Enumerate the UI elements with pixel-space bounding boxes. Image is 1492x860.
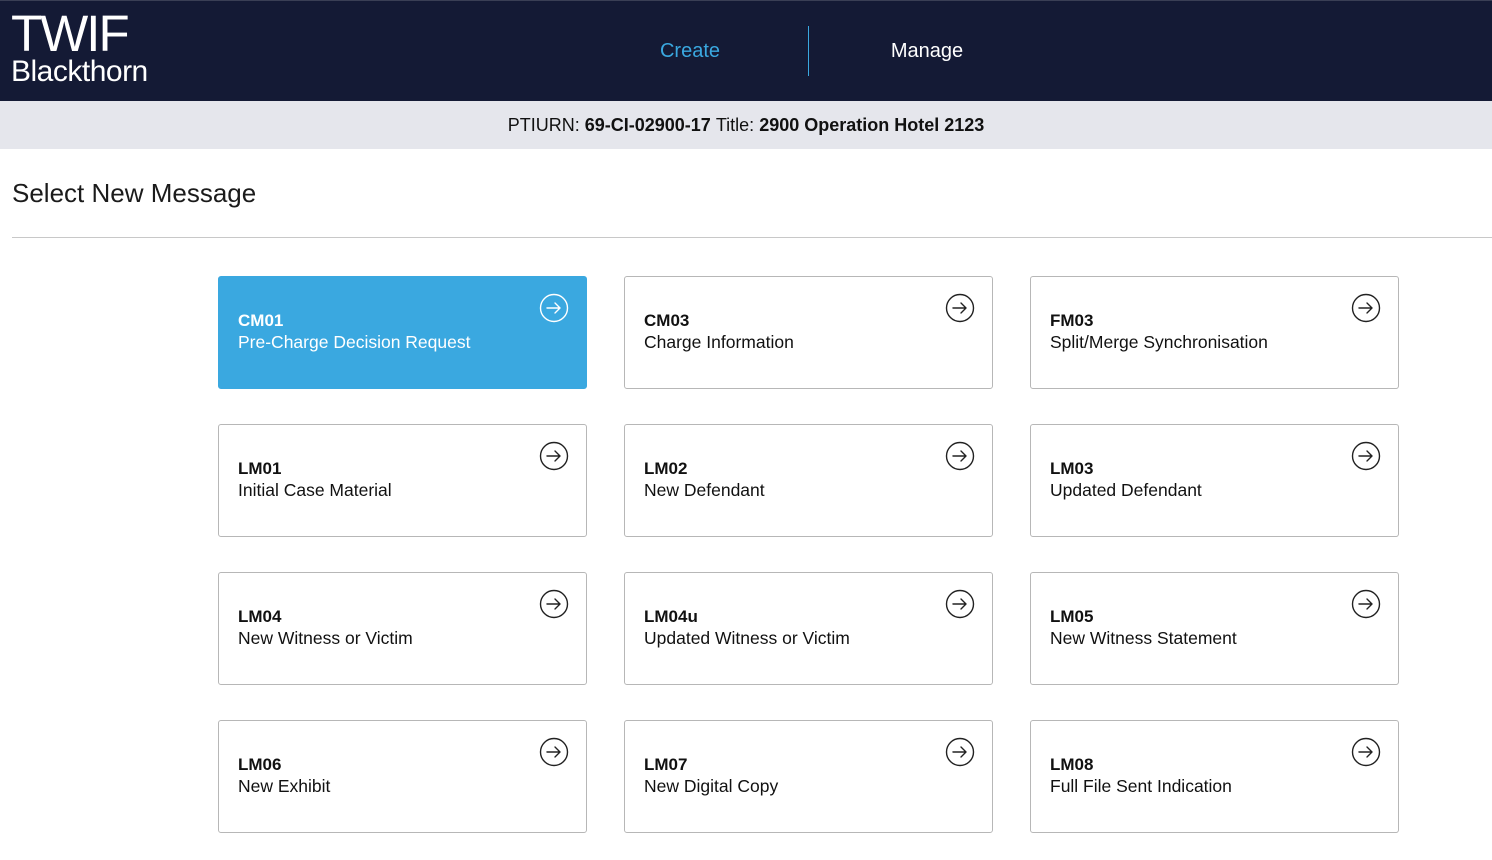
message-title: New Witness Statement [1050,628,1237,648]
case-title-value: 2900 Operation Hotel 2123 [759,114,985,135]
message-card-lm04[interactable]: LM04 New Witness or Victim [218,572,587,685]
message-card-cm01[interactable]: CM01 Pre-Charge Decision Request [218,276,587,389]
arrow-circle-right-icon[interactable] [945,589,975,619]
message-code: LM05 [1050,607,1094,626]
arrow-circle-right-icon[interactable] [1351,589,1381,619]
top-navigation-bar: TWIF Blackthorn Create Manage [0,0,1492,101]
title-divider [12,237,1492,238]
message-title: Charge Information [644,332,794,352]
message-card-lm05[interactable]: LM05 New Witness Statement [1030,572,1399,685]
message-code: LM07 [644,755,688,774]
message-title: Updated Witness or Victim [644,628,850,648]
message-card-lm08[interactable]: LM08 Full File Sent Indication [1030,720,1399,833]
message-title: Updated Defendant [1050,480,1202,500]
message-card-lm07[interactable]: LM07 New Digital Copy [624,720,993,833]
arrow-circle-right-icon[interactable] [1351,293,1381,323]
message-title: New Digital Copy [644,776,779,796]
case-title-label: Title: [715,114,755,135]
arrow-circle-right-icon[interactable] [1351,737,1381,767]
message-title: Split/Merge Synchronisation [1050,332,1268,352]
message-code: LM03 [1050,459,1094,478]
nav-manage[interactable]: Manage [809,40,1045,63]
message-card-lm04u[interactable]: LM04u Updated Witness or Victim [624,572,993,685]
message-grid: CM01 Pre-Charge Decision Request CM03 Charg… [218,276,1399,833]
message-code: LM02 [644,459,688,478]
arrow-circle-right-icon[interactable] [539,737,569,767]
message-code: CM03 [644,311,690,330]
main-nav: Create Manage [572,1,1045,101]
ptiurn-value: 69-CI-02900-17 [584,114,711,135]
message-card-fm03[interactable]: FM03 Split/Merge Synchronisation [1030,276,1399,389]
arrow-circle-right-icon[interactable] [539,441,569,471]
message-code: LM04 [238,607,282,626]
message-code: LM08 [1050,755,1094,774]
message-card-cm03[interactable]: CM03 Charge Information [624,276,993,389]
message-title: New Defendant [644,480,765,500]
message-card-lm06[interactable]: LM06 New Exhibit [218,720,587,833]
message-title: New Witness or Victim [238,628,413,648]
ptiurn-label: PTIURN: [507,114,580,135]
case-info-bar: PTIURN: 69-CI-02900-17 Title: 2900 Opera… [0,101,1492,149]
message-code: CM01 [238,311,284,330]
arrow-circle-right-icon[interactable] [945,441,975,471]
message-code: FM03 [1050,311,1094,330]
message-title: New Exhibit [238,776,331,796]
logo-title: TWIF [11,5,130,62]
message-card-lm02[interactable]: LM02 New Defendant [624,424,993,537]
arrow-circle-right-icon[interactable] [945,737,975,767]
message-code: LM04u [644,607,698,626]
nav-create[interactable]: Create [572,40,808,63]
arrow-circle-right-icon[interactable] [945,293,975,323]
message-title: Initial Case Material [238,480,392,500]
message-title: Pre-Charge Decision Request [238,332,471,352]
app-logo[interactable]: TWIF Blackthorn [11,5,148,88]
logo-subtitle: Blackthorn [11,55,148,88]
arrow-circle-right-icon[interactable] [539,589,569,619]
message-code: LM01 [238,459,282,478]
message-card-lm03[interactable]: LM03 Updated Defendant [1030,424,1399,537]
message-title: Full File Sent Indication [1050,776,1232,796]
message-card-lm01[interactable]: LM01 Initial Case Material [218,424,587,537]
arrow-circle-right-icon[interactable] [1351,441,1381,471]
page-title: Select New Message [12,178,257,208]
arrow-circle-right-icon[interactable] [539,293,569,323]
message-code: LM06 [238,755,282,774]
